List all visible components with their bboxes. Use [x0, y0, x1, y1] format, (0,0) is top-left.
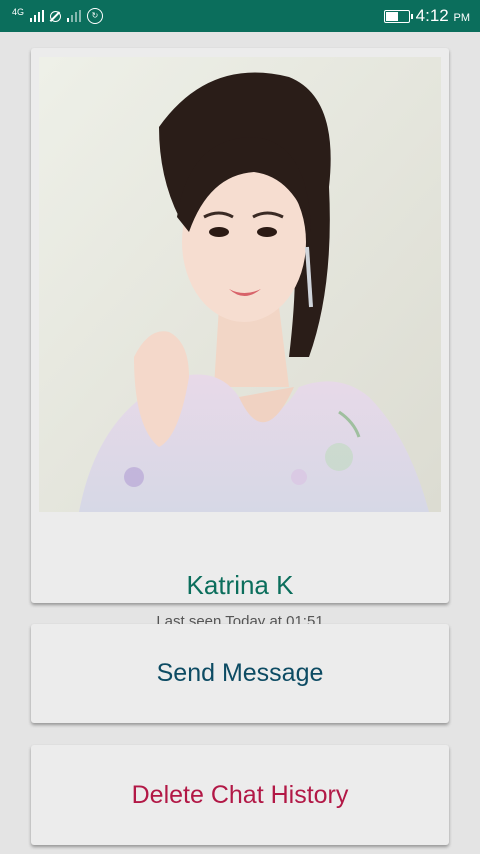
status-bar-right: 4:12 PM: [383, 6, 470, 26]
profile-photo-illustration: [39, 57, 441, 512]
profile-name: Katrina K: [186, 570, 294, 600]
delete-chat-history-label: Delete Chat History: [131, 780, 349, 809]
clock-suffix: PM: [453, 12, 471, 24]
no-sim-icon: [50, 10, 62, 22]
send-message-label: Send Message: [156, 659, 324, 687]
profile-card: Katrina K Last seen Today at 01:51: [31, 48, 449, 630]
signal-icon: [30, 10, 45, 22]
delete-chat-history-button[interactable]: Delete Chat History: [31, 745, 449, 845]
battery-icon: [383, 9, 413, 23]
clock: 4:12 PM: [416, 6, 470, 26]
sync-icon: ↻: [87, 8, 104, 24]
signal-weak-icon: [67, 10, 82, 22]
clock-time: 4:12: [415, 6, 449, 25]
network-type-label: 4G: [12, 6, 25, 17]
profile-photo[interactable]: [39, 57, 441, 512]
status-bar-left: 4G ↻: [12, 6, 104, 24]
battery-level-fill: [385, 11, 398, 21]
send-message-button[interactable]: Send Message: [31, 624, 449, 723]
status-bar: 4G ↻ 4:12 PM: [0, 0, 480, 32]
